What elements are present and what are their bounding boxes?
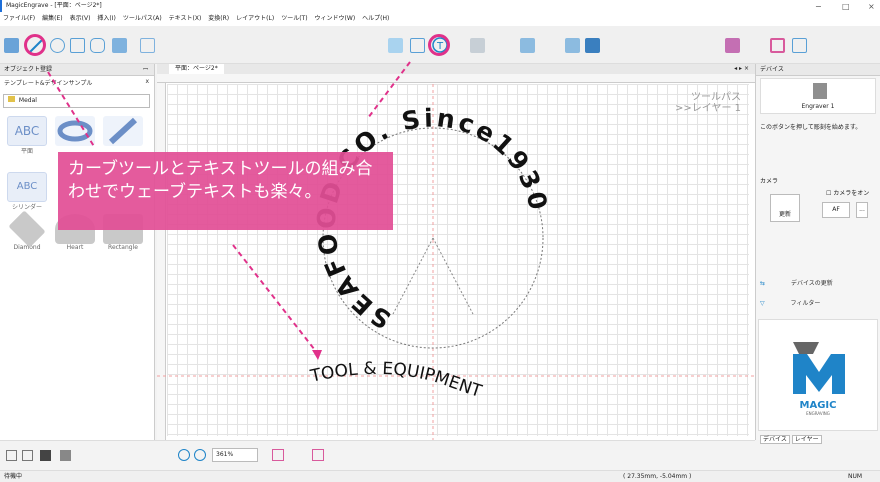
device-name: Engraver 1	[801, 103, 835, 110]
brand-logo: MAGIC ENGRAVING	[758, 319, 878, 431]
title-bar: MagicEngrave - [平面：ページ2*] − □ ×	[0, 0, 880, 12]
template-item[interactable]	[100, 116, 146, 146]
template-item[interactable]	[52, 116, 98, 146]
design-artwork[interactable]: SEAFOOD CO. Since1930 TOOL & EQUIPMENT	[157, 64, 755, 440]
zoom-select[interactable]: 361%	[212, 448, 258, 462]
fit-selection-icon[interactable]	[312, 449, 324, 461]
engraver-icon	[813, 83, 827, 99]
align-tool-icon[interactable]	[388, 38, 403, 53]
device-card[interactable]: Engraver 1	[760, 78, 876, 114]
template-item-label: シリンダー	[11, 204, 42, 211]
template-item-label: Heart	[66, 244, 84, 251]
template-close-icon[interactable]: x	[145, 78, 149, 85]
menu-insert[interactable]: 挿入(I)	[97, 12, 115, 26]
ellipse-tool-icon[interactable]	[50, 38, 65, 53]
filter-label: フィルター	[790, 300, 821, 307]
cursor-coordinates: ( 27.35mm, -5.04mm )	[623, 473, 692, 480]
camera-toggle[interactable]: ☐ カメラをオン	[826, 188, 869, 197]
tab-device[interactable]: デバイス	[760, 435, 790, 444]
status-text: 待機中	[4, 473, 23, 480]
zoom-value: 361%	[216, 451, 234, 458]
print-icon[interactable]	[60, 450, 71, 461]
device-hint: このボタンを押して彫刻を始めます。	[760, 124, 862, 131]
zoom-in-icon[interactable]	[178, 449, 190, 461]
template-header: テンプレート&デザインサンプル x	[0, 78, 155, 87]
grid-tool-icon[interactable]	[140, 38, 155, 53]
device-panel-title: デバイス	[760, 66, 784, 73]
fill-tool-icon[interactable]	[585, 38, 600, 53]
barcode-tool-icon[interactable]	[112, 38, 127, 53]
menu-layout[interactable]: レイアウト(L)	[236, 12, 274, 26]
camera-label: カメラ	[760, 178, 779, 185]
object-panel-title: オブジェクト登録	[4, 66, 53, 73]
open-file-icon[interactable]	[22, 450, 33, 461]
save-icon[interactable]	[40, 450, 51, 461]
template-item[interactable]: Diamond	[4, 210, 50, 251]
object-panel-header: オブジェクト登録 ꟷ	[0, 64, 154, 76]
menu-transform[interactable]: 変換(R)	[208, 12, 229, 26]
text-tool-highlight	[428, 34, 450, 56]
wave-text: TOOL & EQUIPMENT	[308, 359, 485, 402]
panel-tabs: デバイス レイヤー	[760, 434, 822, 444]
svg-text:TOOL & EQUIPMENT: TOOL & EQUIPMENT	[308, 359, 485, 402]
af-button[interactable]: AF	[822, 202, 850, 218]
category-dropdown[interactable]: Medal	[3, 94, 150, 108]
device-panel-header: デバイス	[756, 64, 880, 76]
template-item-label: Rectangle	[108, 244, 138, 251]
new-file-icon[interactable]	[6, 450, 17, 461]
feature-callout: カーブツールとテキストツールの組み合わせでウェーブテキストも楽々。	[58, 152, 393, 230]
update-button[interactable]: 更新	[770, 194, 800, 222]
magic-logo-icon	[793, 342, 845, 394]
menu-bar: ファイル(F) 編集(E) 表示(V) 挿入(I) ツールパス(A) テキスト(…	[0, 12, 880, 26]
pointer-tool-icon[interactable]	[410, 38, 425, 53]
category-value: Medal	[18, 97, 37, 104]
folder-icon	[8, 96, 15, 102]
logo-text: MAGIC	[799, 400, 837, 411]
menu-tools[interactable]: ツール(T)	[281, 12, 307, 26]
frame-tool-icon[interactable]	[770, 38, 785, 53]
brush-tool-icon[interactable]	[470, 38, 485, 53]
menu-file[interactable]: ファイル(F)	[3, 12, 35, 26]
curve-tool-highlight	[24, 34, 46, 56]
numlock-indicator: NUM	[848, 473, 863, 480]
refresh-icon: ⇆	[760, 280, 766, 287]
logo-subtext: ENGRAVING	[806, 411, 830, 416]
polygon-tool-icon[interactable]	[90, 38, 105, 53]
refresh-device-label: デバイスの更新	[790, 280, 833, 287]
node-tool-icon[interactable]	[520, 38, 535, 53]
canvas-area: 平面：ページ2* ◂ ▸ × ツールパス >>レイヤー 1 SEAFOOD CO…	[157, 64, 755, 440]
window-title: MagicEngrave - [平面：ページ2*]	[6, 2, 102, 9]
device-panel: デバイス Engraver 1 このボタンを押して彫刻を始めます。 カメラ ☐ …	[755, 64, 880, 444]
crop-tool-icon[interactable]	[792, 38, 807, 53]
object-panel: オブジェクト登録 ꟷ テンプレート&デザインサンプル x Medal ABC 平面…	[0, 64, 155, 440]
filter-icon: ▽	[760, 300, 765, 307]
menu-toolpath[interactable]: ツールパス(A)	[123, 12, 162, 26]
menu-text[interactable]: テキスト(X)	[169, 12, 202, 26]
zoom-out-icon[interactable]	[194, 449, 206, 461]
rectangle-tool-icon[interactable]	[70, 38, 85, 53]
template-item[interactable]: ABC 平面	[4, 116, 50, 155]
template-item[interactable]: ABC シリンダー	[4, 172, 50, 211]
menu-help[interactable]: ヘルプ(H)	[362, 12, 389, 26]
filter-button[interactable]: ▽ フィルター	[760, 298, 876, 307]
fit-page-icon[interactable]	[272, 449, 284, 461]
menu-view[interactable]: 表示(V)	[70, 12, 91, 26]
select-tool-icon[interactable]	[4, 38, 19, 53]
tab-layer[interactable]: レイヤー	[791, 435, 822, 444]
image-tool-icon[interactable]	[565, 38, 580, 53]
bottom-toolbar: 361%	[0, 440, 755, 470]
template-label: テンプレート&デザインサンプル	[4, 80, 93, 87]
refresh-device-button[interactable]: ⇆ デバイスの更新	[760, 278, 876, 287]
menu-window[interactable]: ウィンドウ(W)	[315, 12, 356, 26]
template-item-label: 平面	[20, 148, 33, 155]
layer-tool-icon[interactable]	[725, 38, 740, 53]
status-bar: 待機中 ( 27.35mm, -5.04mm ) NUM	[0, 470, 880, 482]
app-window: MagicEngrave - [平面：ページ2*] − □ × ファイル(F) …	[0, 0, 880, 482]
callout-text: カーブツールとテキストツールの組み合わせでウェーブテキストも楽々。	[68, 159, 373, 202]
menu-edit[interactable]: 編集(E)	[42, 12, 62, 26]
camera-toggle-label: カメラをオン	[833, 190, 870, 197]
more-button[interactable]: ...	[856, 202, 868, 218]
pin-icon[interactable]: ꟷ	[143, 64, 148, 76]
